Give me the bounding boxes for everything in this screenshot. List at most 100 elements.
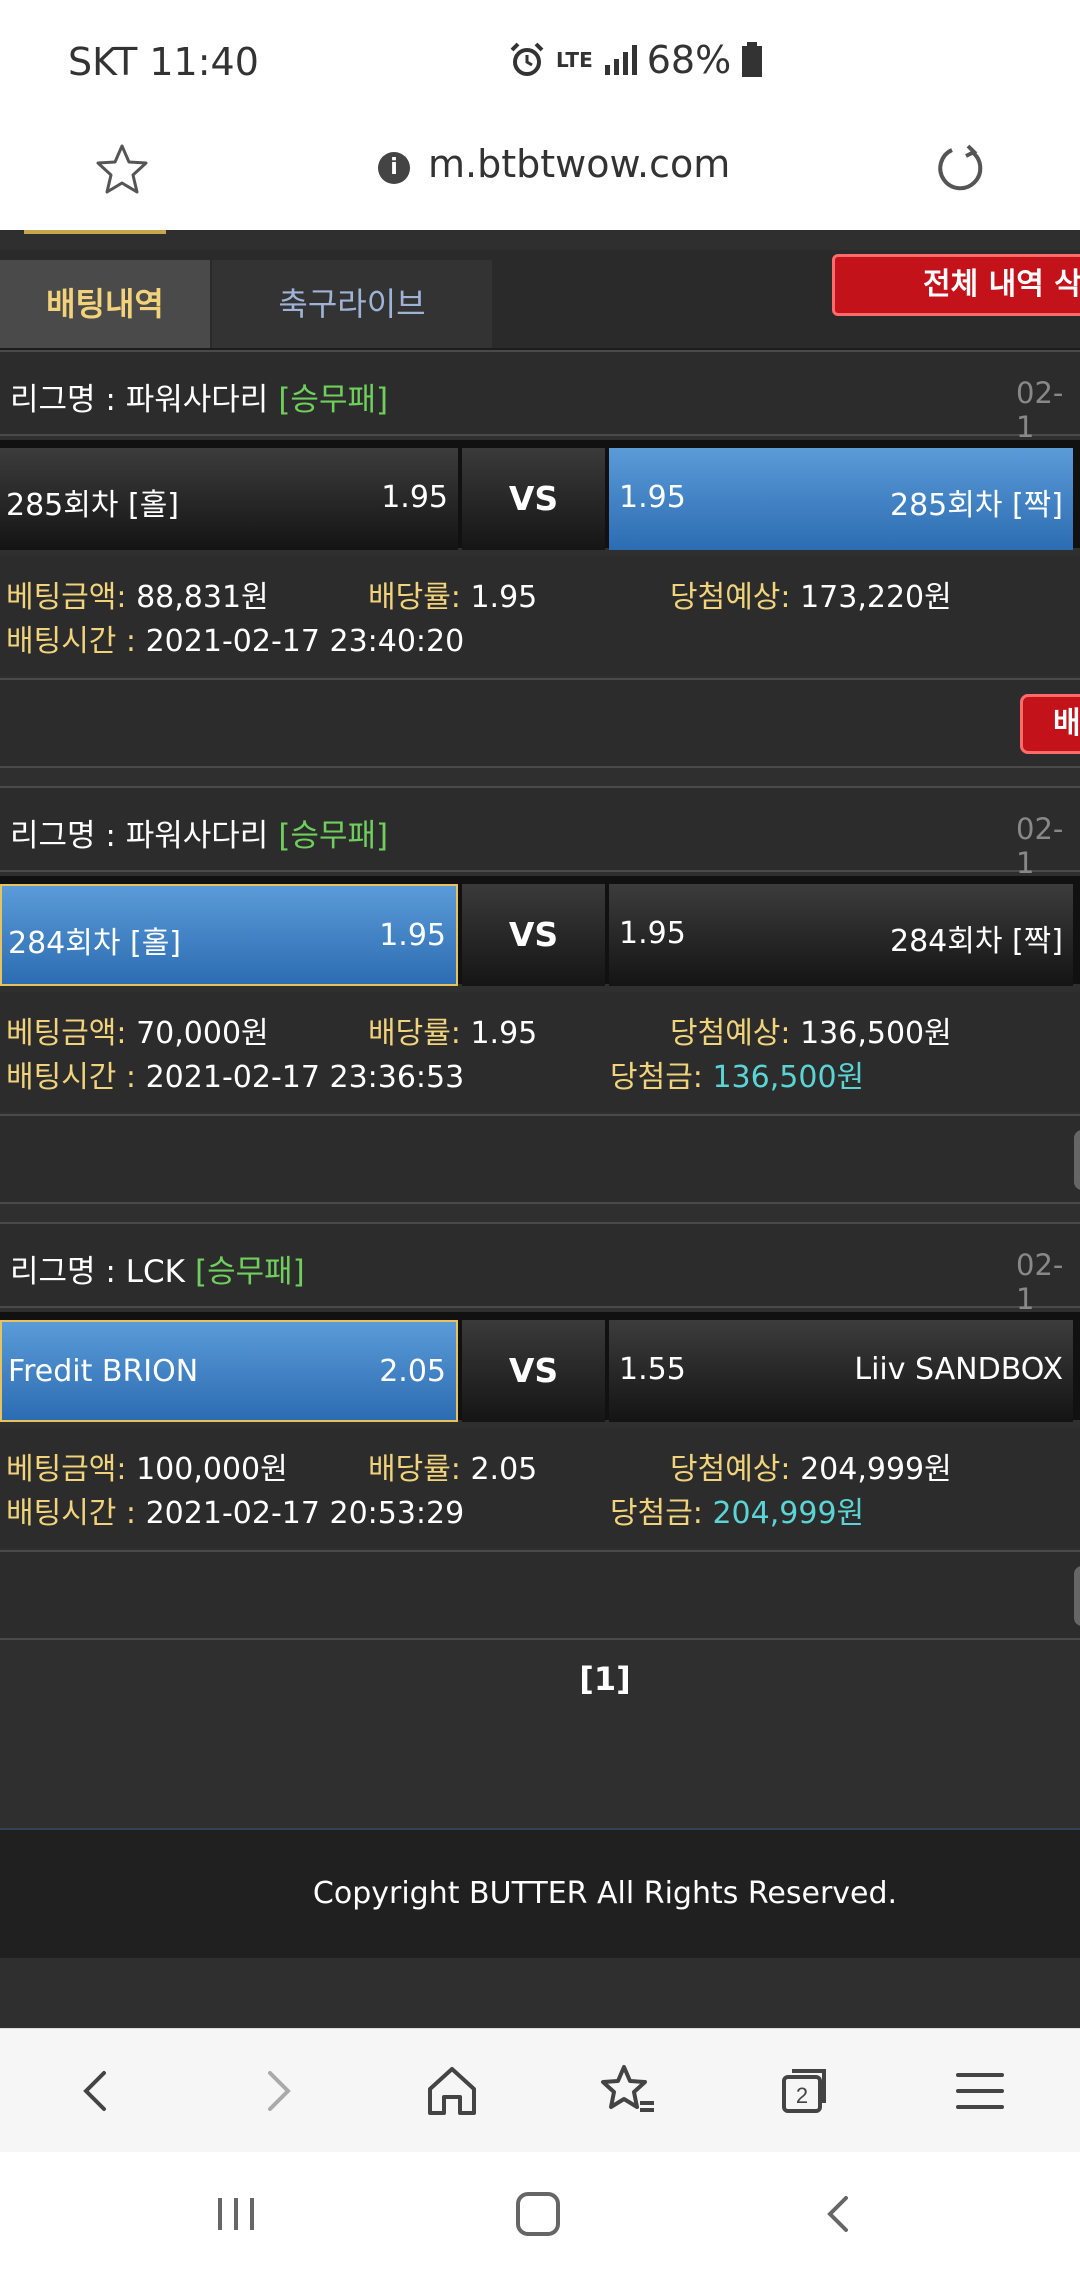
amount-label: 베팅금액: xyxy=(6,580,127,615)
home-team: Fredit BRION xyxy=(8,1354,199,1389)
home-odds: 2.05 xyxy=(379,1354,446,1389)
home-team: 285회차 [홀] xyxy=(6,488,180,523)
bet-header: 리그명 : 파워사다리 [승무패] 02-1 xyxy=(0,786,1080,880)
away-selection[interactable]: 1.95 285회차 [짝] xyxy=(609,448,1073,550)
rate-value: 1.95 xyxy=(470,580,538,615)
league-prefix: 리그명 : xyxy=(10,818,126,854)
league-name: LCK xyxy=(125,1254,185,1290)
league-name: 파워사다리 xyxy=(125,818,269,854)
back-arrow-icon[interactable] xyxy=(66,2059,130,2123)
bet-action-bar: 배 xyxy=(0,678,1080,768)
away-team: Liiv SANDBOX xyxy=(854,1352,1063,1387)
bet-action-button[interactable] xyxy=(1074,1130,1080,1190)
carrier-time: SKT 11:40 xyxy=(68,40,259,84)
page-content: 배팅내역 축구라이브 전체 내역 삭 리그명 : 파워사다리 [승무패] 02-1… xyxy=(0,230,1080,2028)
rate-label: 배당률: xyxy=(368,580,461,615)
time-label: 배팅시간 : xyxy=(6,1060,137,1095)
expected-label: 당첨예상: xyxy=(670,1452,791,1487)
home-button-icon[interactable] xyxy=(508,2184,568,2244)
alarm-icon xyxy=(510,42,544,76)
network-label: LTE xyxy=(556,48,593,72)
away-odds: 1.55 xyxy=(619,1352,686,1387)
signal-icon xyxy=(604,45,637,75)
menu-icon[interactable] xyxy=(948,2059,1012,2123)
vs-label: VS xyxy=(462,884,605,986)
status-bar: SKT 11:40 LTE 68% xyxy=(0,0,1080,120)
bet-date: 02-1 xyxy=(1016,1248,1064,1316)
bet-header: 리그명 : 파워사다리 [승무패] 02-1 xyxy=(0,350,1080,444)
time-value: 2021-02-17 20:53:29 xyxy=(145,1496,465,1531)
forward-arrow-icon[interactable] xyxy=(244,2059,308,2123)
away-selection[interactable]: 1.55 Liiv SANDBOX xyxy=(609,1320,1073,1422)
status-icons: LTE 68% xyxy=(508,38,763,82)
system-nav-bar xyxy=(0,2152,1080,2280)
rate-value: 2.05 xyxy=(470,1452,538,1487)
pagination[interactable]: [1] xyxy=(0,1660,1080,1698)
bet-time: 배팅시간 : 2021-02-17 23:40:20 xyxy=(6,616,464,660)
market-tag: [승무패] xyxy=(278,382,389,418)
url-text[interactable]: m.btbtwow.com xyxy=(428,142,730,186)
bet-info: 베팅금액: 100,000원 배당률: 2.05 당첨예상: 204,999원 … xyxy=(0,1428,1080,1548)
home-icon[interactable] xyxy=(420,2059,484,2123)
expected-label: 당첨예상: xyxy=(670,580,791,615)
delete-all-button[interactable]: 전체 내역 삭 xyxy=(832,254,1080,316)
amount-value: 70,000원 xyxy=(136,1016,269,1051)
away-team: 284회차 [짝] xyxy=(889,924,1063,959)
league-prefix: 리그명 : xyxy=(10,382,126,418)
back-icon[interactable] xyxy=(810,2184,870,2244)
league-line: 리그명 : LCK [승무패] xyxy=(10,1246,305,1291)
url-bar: i m.btbtwow.com xyxy=(0,120,1080,230)
tabs-icon[interactable]: 2 xyxy=(772,2059,836,2123)
battery-icon xyxy=(742,42,763,77)
bet-time: 배팅시간 : 2021-02-17 23:36:53 xyxy=(6,1052,464,1096)
reload-icon[interactable] xyxy=(930,138,990,198)
home-odds: 1.95 xyxy=(381,480,448,515)
bet-info: 베팅금액: 88,831원 배당률: 1.95 당첨예상: 173,220원 배… xyxy=(0,556,1080,676)
market-tag: [승무패] xyxy=(194,1254,305,1290)
amount-value: 88,831원 xyxy=(136,580,269,615)
winnings-value: 204,999원 xyxy=(712,1496,865,1531)
home-selection[interactable]: Fredit BRION 2.05 xyxy=(0,1320,458,1422)
match-row: 284회차 [홀] 1.95 VS 1.95 284회차 [짝] xyxy=(0,876,1080,986)
bet-time: 배팅시간 : 2021-02-17 20:53:29 xyxy=(6,1488,464,1532)
home-selection[interactable]: 285회차 [홀] 1.95 xyxy=(0,448,458,550)
winnings-value: 136,500원 xyxy=(712,1060,865,1095)
bookmarks-icon[interactable] xyxy=(596,2059,660,2123)
bet-action-button[interactable]: 배 xyxy=(1020,694,1080,754)
home-selection[interactable]: 284회차 [홀] 1.95 xyxy=(0,884,458,986)
bet-amount: 베팅금액: 70,000원 xyxy=(6,1008,269,1052)
bet-expected: 당첨예상: 173,220원 xyxy=(670,572,952,616)
bet-action-button[interactable] xyxy=(1074,1566,1080,1626)
expected-value: 173,220원 xyxy=(800,580,952,615)
rate-value: 1.95 xyxy=(470,1016,538,1051)
time-label: 배팅시간 : xyxy=(6,1496,137,1531)
tab-bet-history[interactable]: 배팅내역 xyxy=(0,260,210,348)
bet-action-bar xyxy=(0,1550,1080,1640)
expected-value: 204,999원 xyxy=(800,1452,952,1487)
vs-label: VS xyxy=(462,1320,605,1422)
away-selection[interactable]: 1.95 284회차 [짝] xyxy=(609,884,1073,986)
time-label: 배팅시간 : xyxy=(6,624,137,659)
bookmark-star-icon[interactable] xyxy=(92,140,152,200)
bet-header: 리그명 : LCK [승무패] 02-1 xyxy=(0,1222,1080,1316)
recents-icon[interactable] xyxy=(206,2184,266,2244)
bet-winnings: 당첨금: 136,500원 xyxy=(610,1052,864,1096)
tabs-count: 2 xyxy=(796,2083,808,2108)
bet-rate: 배당률: 1.95 xyxy=(368,1008,537,1052)
amount-label: 베팅금액: xyxy=(6,1016,127,1051)
gold-accent-line xyxy=(24,230,166,234)
league-name: 파워사다리 xyxy=(125,382,269,418)
amount-value: 100,000원 xyxy=(136,1452,288,1487)
battery-percent: 68% xyxy=(646,38,732,82)
home-odds: 1.95 xyxy=(379,918,446,953)
away-odds: 1.95 xyxy=(619,916,686,951)
tab-bar: 배팅내역 축구라이브 전체 내역 삭 xyxy=(0,250,1080,350)
site-info-icon[interactable]: i xyxy=(378,152,410,184)
league-line: 리그명 : 파워사다리 [승무패] xyxy=(10,810,388,855)
away-team: 285회차 [짝] xyxy=(889,488,1063,523)
browser-toolbar: 2 xyxy=(0,2028,1080,2152)
bet-amount: 베팅금액: 88,831원 xyxy=(6,572,269,616)
tab-soccer-live[interactable]: 축구라이브 xyxy=(212,260,492,348)
bet-rate: 배당률: 1.95 xyxy=(368,572,537,616)
bet-info: 베팅금액: 70,000원 배당률: 1.95 당첨예상: 136,500원 배… xyxy=(0,992,1080,1112)
